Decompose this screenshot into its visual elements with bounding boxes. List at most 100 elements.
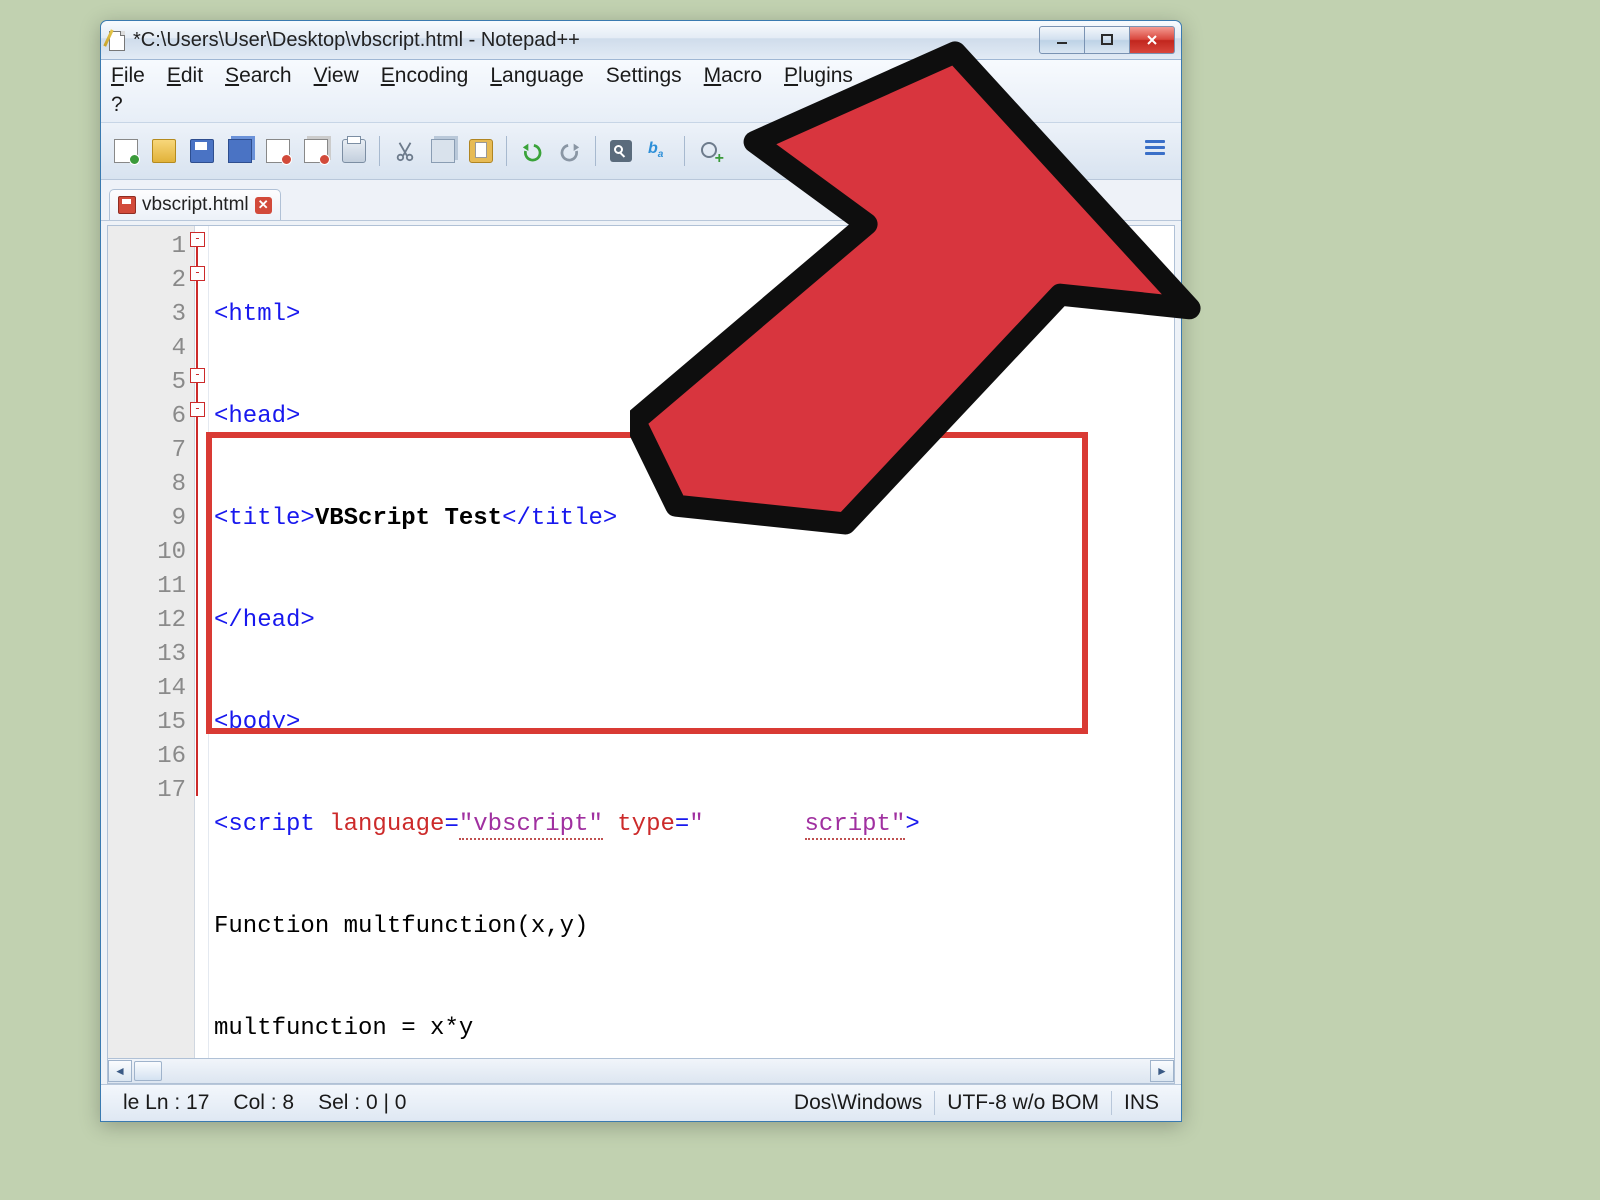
code-text: Function multfunction(x,y) <box>214 913 588 940</box>
status-eol: Dos\Windows <box>782 1091 934 1115</box>
cut-icon <box>394 140 416 162</box>
code-text: " <box>689 811 703 838</box>
copy-button[interactable] <box>426 134 460 168</box>
zoom-in-button[interactable] <box>693 134 727 168</box>
menu-search[interactable]: Search <box>225 64 292 88</box>
fold-toggle[interactable]: - <box>190 266 205 281</box>
line-number: 16 <box>108 740 186 774</box>
line-number: 14 <box>108 672 186 706</box>
save-all-icon <box>228 139 252 163</box>
status-sel: Sel : 0 | 0 <box>306 1091 418 1115</box>
menu-macro[interactable]: Macro <box>704 64 762 88</box>
line-number: 10 <box>108 536 186 570</box>
menu-view[interactable]: View <box>314 64 359 88</box>
tab-bar: vbscript.html ✕ <box>101 180 1181 221</box>
code-text: type <box>617 811 675 838</box>
scroll-right-button[interactable]: ► <box>1150 1060 1174 1082</box>
close-file-button[interactable] <box>261 134 295 168</box>
menu-file[interactable]: File <box>111 64 145 88</box>
menu-edit[interactable]: Edit <box>167 64 203 88</box>
code-editor[interactable]: 1 2 3 4 5 6 7 8 9 10 11 12 13 14 15 16 1… <box>107 225 1175 1059</box>
folder-open-icon <box>152 139 176 163</box>
fold-toggle[interactable]: - <box>190 232 205 247</box>
code-text: <head> <box>214 403 300 430</box>
cut-button[interactable] <box>388 134 422 168</box>
maximize-button[interactable] <box>1085 26 1130 54</box>
menu-settings[interactable]: Settings <box>606 64 682 88</box>
toolbar-separator <box>506 136 507 166</box>
menu-plugins[interactable]: Plugins <box>784 64 853 88</box>
editor-container: 1 2 3 4 5 6 7 8 9 10 11 12 13 14 15 16 1… <box>107 225 1175 1084</box>
code-text: > <box>905 811 919 838</box>
code-text: "vbscript" <box>459 811 603 840</box>
minimize-icon <box>1055 33 1069 47</box>
close-button[interactable] <box>1130 26 1175 54</box>
line-number: 13 <box>108 638 186 672</box>
line-number: 8 <box>108 468 186 502</box>
new-file-button[interactable] <box>109 134 143 168</box>
menu-language[interactable]: Language <box>490 64 583 88</box>
undo-icon <box>521 140 543 162</box>
find-icon <box>610 140 632 162</box>
paste-icon <box>469 139 493 163</box>
save-button[interactable] <box>185 134 219 168</box>
find-replace-button[interactable]: ba <box>642 134 676 168</box>
code-text: <html> <box>214 301 300 328</box>
line-number: 3 <box>108 298 186 332</box>
code-text: </title> <box>502 505 617 532</box>
close-all-button[interactable] <box>299 134 333 168</box>
line-number: 6 <box>108 400 186 434</box>
tab-close-button[interactable]: ✕ <box>255 197 272 214</box>
line-number: 12 <box>108 604 186 638</box>
save-icon <box>190 139 214 163</box>
code-area[interactable]: <html> <head> <title>VBScript Test</titl… <box>208 230 1174 1058</box>
line-number: 15 <box>108 706 186 740</box>
code-text: <script <box>214 811 329 838</box>
find-button[interactable] <box>604 134 638 168</box>
view-list-button[interactable] <box>1139 134 1173 168</box>
close-all-icon <box>304 139 328 163</box>
line-number: 4 <box>108 332 186 366</box>
zoom-in-icon <box>699 140 721 162</box>
find-replace-icon: ba <box>648 140 670 162</box>
title-bar[interactable]: *C:\Users\User\Desktop\vbscript.html - N… <box>101 21 1181 60</box>
status-line: le Ln : 17 <box>111 1091 221 1115</box>
line-number: 5 <box>108 366 186 400</box>
status-col: Col : 8 <box>221 1091 306 1115</box>
line-number: 17 <box>108 774 186 808</box>
line-number: 11 <box>108 570 186 604</box>
tab-label: vbscript.html <box>142 194 249 216</box>
app-icon <box>107 29 125 51</box>
paste-button[interactable] <box>464 134 498 168</box>
redo-button[interactable] <box>553 134 587 168</box>
print-button[interactable] <box>337 134 371 168</box>
open-file-button[interactable] <box>147 134 181 168</box>
app-window: *C:\Users\User\Desktop\vbscript.html - N… <box>100 20 1182 1122</box>
menu-bar: File Edit Search View Encoding Language … <box>101 60 1181 123</box>
code-text: <body> <box>214 709 300 736</box>
fold-toggle[interactable]: - <box>190 368 205 383</box>
toolbar: ba <box>101 123 1181 180</box>
fold-toggle[interactable]: - <box>190 402 205 417</box>
toolbar-separator <box>595 136 596 166</box>
copy-icon <box>431 139 455 163</box>
scroll-left-button[interactable]: ◄ <box>108 1060 132 1082</box>
file-tab[interactable]: vbscript.html ✕ <box>109 189 281 220</box>
fold-column: - - - - <box>186 226 209 1058</box>
minimize-button[interactable] <box>1039 26 1085 54</box>
horizontal-scrollbar[interactable]: ◄ ► <box>107 1059 1175 1084</box>
status-encoding: UTF-8 w/o BOM <box>935 1091 1111 1115</box>
code-text: multfunction = x*y <box>214 1015 473 1042</box>
status-mode: INS <box>1112 1091 1171 1115</box>
undo-button[interactable] <box>515 134 549 168</box>
close-icon <box>1145 33 1159 47</box>
save-all-button[interactable] <box>223 134 257 168</box>
code-text: = <box>444 811 458 838</box>
scroll-thumb[interactable] <box>134 1061 162 1081</box>
window-title: *C:\Users\User\Desktop\vbscript.html - N… <box>133 29 1039 52</box>
line-number: 2 <box>108 264 186 298</box>
code-text: script" <box>805 811 906 840</box>
menu-encoding[interactable]: Encoding <box>381 64 469 88</box>
menu-help[interactable]: ? <box>111 93 1171 117</box>
line-number: 7 <box>108 434 186 468</box>
